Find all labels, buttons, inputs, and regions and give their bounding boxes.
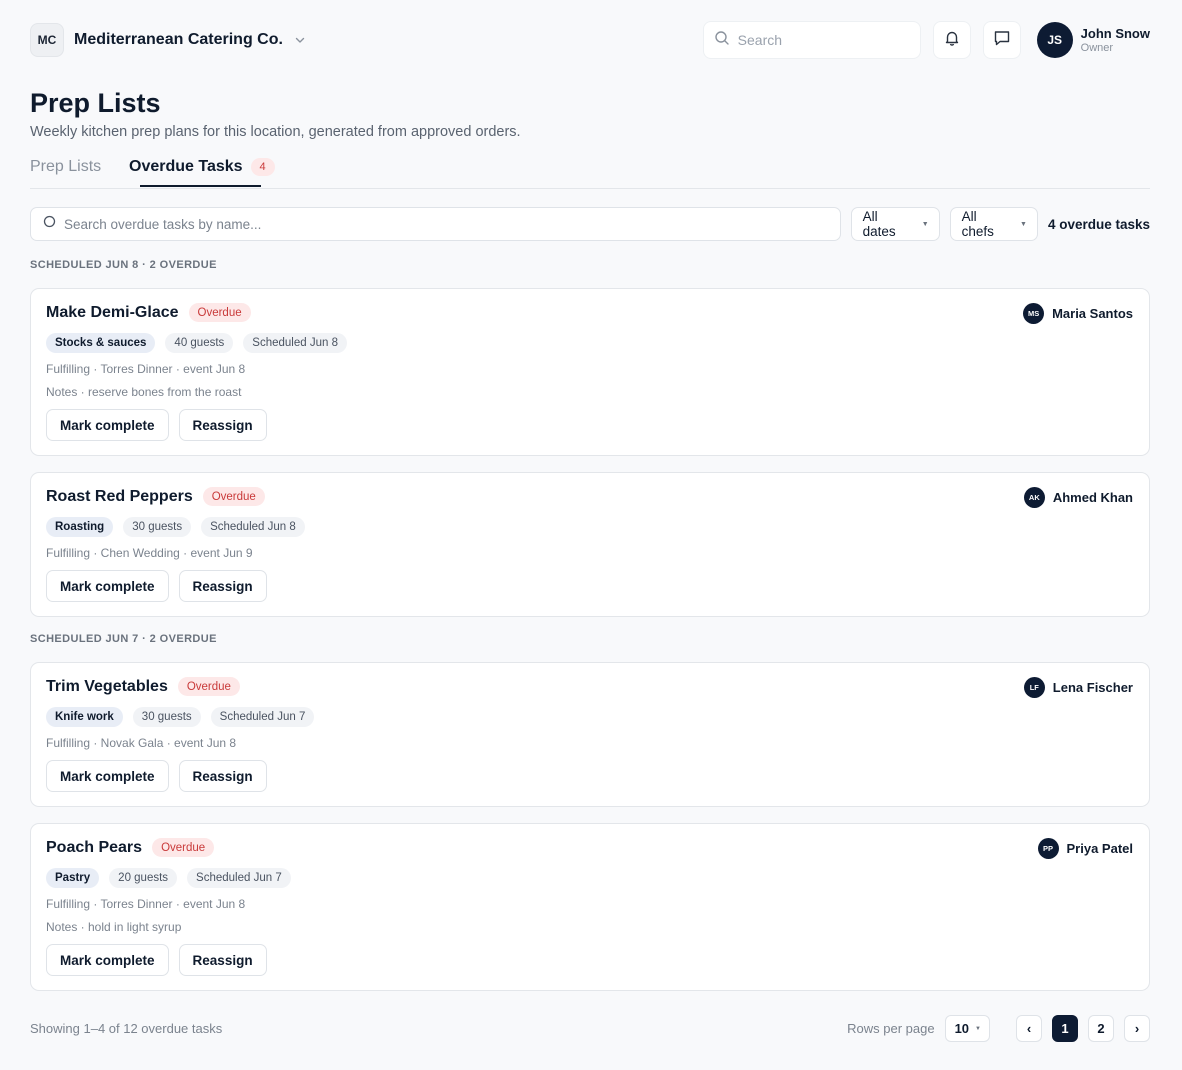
pagination: Rows per page 10 ▼ ‹ 1 2 › [847,1015,1150,1042]
reassign-button[interactable]: Reassign [178,760,267,792]
mark-complete-button[interactable]: Mark complete [46,570,169,602]
tab-prep-lists[interactable]: Prep Lists [30,158,101,176]
tab-label: Prep Lists [30,158,102,175]
notes-text: Notes · hold in light syrup [46,920,182,934]
dates-filter-value: All dates [862,209,896,239]
user-role: Owner [1080,42,1114,54]
scheduled-chip: Scheduled Jun 7 [187,868,291,888]
task-search[interactable] [30,207,841,241]
tab-overdue-tasks[interactable]: Overdue Tasks 4 [129,158,275,176]
avatar: MS [1023,303,1045,324]
status-badge: Overdue [188,303,251,322]
rows-per-page-value: 10 [954,1021,970,1036]
task-title[interactable]: Trim Vegetables [46,678,168,696]
avatar: AK [1023,487,1045,508]
task-card: Poach Pears Overdue PP Priya Patel Pastr… [30,823,1150,991]
caret-down-icon: ▼ [921,220,929,228]
scheduled-chip: Scheduled Jun 8 [201,517,305,537]
category-chip: Knife work [46,707,123,727]
scheduled-chip: Scheduled Jun 7 [210,707,315,727]
tab-label: Overdue Tasks [129,158,243,175]
chefs-filter-value: All chefs [961,209,994,239]
category-chip: Roasting [46,517,114,537]
mark-complete-button[interactable]: Mark complete [46,944,169,976]
guests-chip: 30 guests [132,707,201,727]
fulfilling-text: Fulfilling · Chen Wedding · event Jun 9 [46,546,253,560]
scheduled-chip: Scheduled Jun 8 [243,333,347,353]
assignee-name: Ahmed Khan [1052,490,1133,505]
group-heading: SCHEDULED JUN 8 · 2 OVERDUE [30,259,217,271]
top-bar: MC Mediterranean Catering Co. JS John Sn… [30,21,1150,59]
reassign-button[interactable]: Reassign [178,944,267,976]
page-1-button[interactable]: 1 [1052,1015,1078,1042]
chefs-filter[interactable]: All chefs ▼ [949,207,1038,241]
avatar: LF [1023,677,1045,698]
mark-complete-button[interactable]: Mark complete [46,760,169,792]
caret-down-icon: ▼ [1020,220,1027,228]
assignee[interactable]: AK Ahmed Khan [1023,487,1133,508]
guests-chip: 20 guests [109,868,178,888]
guests-chip: 30 guests [123,517,192,537]
assignee-name: Priya Patel [1066,841,1134,856]
org-badge[interactable]: MC [30,23,64,57]
status-badge: Overdue [152,838,215,857]
notes-text: Notes · reserve bones from the roast [46,385,242,399]
mark-complete-button[interactable]: Mark complete [46,409,169,441]
rows-per-page-select[interactable]: 10 ▼ [944,1015,990,1042]
task-search-input[interactable] [64,216,824,232]
active-tab-indicator [140,185,261,187]
assignee[interactable]: PP Priya Patel [1037,838,1134,859]
messages-button[interactable] [982,21,1021,59]
fulfilling-text: Fulfilling · Torres Dinner · event Jun 8 [46,897,246,911]
reassign-button[interactable]: Reassign [178,570,267,602]
notifications-button[interactable] [932,21,971,59]
tab-count-badge: 4 [250,158,275,176]
bell-icon [943,29,961,52]
user-name: John Snow [1080,26,1150,41]
page-2-button[interactable]: 2 [1088,1015,1114,1042]
task-card: Roast Red Peppers Overdue AK Ahmed Khan … [30,472,1150,617]
status-badge: Overdue [202,487,265,506]
assignee[interactable]: MS Maria Santos [1023,303,1133,324]
message-icon [993,29,1011,52]
filter-row: All dates ▼ All chefs ▼ 4 overdue tasks [30,207,1150,241]
search-input[interactable] [737,32,898,48]
task-title[interactable]: Roast Red Peppers [46,488,193,506]
guests-chip: 40 guests [165,333,234,353]
avatar: PP [1037,838,1059,859]
search-icon [714,30,730,51]
category-chip: Stocks & sauces [46,333,156,353]
assignee-name: Maria Santos [1052,306,1133,321]
task-title[interactable]: Poach Pears [46,839,142,857]
rows-per-page-label: Rows per page [847,1021,935,1036]
user-menu[interactable]: JS John Snow Owner [1036,22,1150,58]
chevron-down-icon[interactable] [293,33,307,47]
status-badge: Overdue [177,677,240,696]
assignee[interactable]: LF Lena Fischer [1023,677,1133,698]
task-card: Make Demi-Glace Overdue MS Maria Santos … [30,288,1150,456]
tab-bar: Prep Lists Overdue Tasks 4 [30,155,1150,189]
task-card: Trim Vegetables Overdue LF Lena Fischer … [30,662,1150,807]
fulfilling-text: Fulfilling · Torres Dinner · event Jun 8 [46,362,246,376]
dates-filter[interactable]: All dates ▼ [850,207,940,241]
page-subtitle: Weekly kitchen prep plans for this locat… [30,124,521,140]
pagination-summary: Showing 1–4 of 12 overdue tasks [30,1021,223,1036]
group-heading: SCHEDULED JUN 7 · 2 OVERDUE [30,633,217,645]
caret-down-icon: ▼ [975,1025,981,1032]
search-icon [43,215,56,233]
avatar: JS [1036,22,1073,58]
next-page-button[interactable]: › [1124,1015,1150,1042]
overdue-count: 4 overdue tasks [1047,216,1150,232]
fulfilling-text: Fulfilling · Novak Gala · event Jun 8 [46,736,237,750]
org-name[interactable]: Mediterranean Catering Co. [74,31,283,49]
task-title[interactable]: Make Demi-Glace [46,304,179,322]
prev-page-button[interactable]: ‹ [1016,1015,1042,1042]
page-title: Prep Lists [30,88,161,118]
assignee-name: Lena Fischer [1052,680,1133,695]
category-chip: Pastry [46,868,100,888]
reassign-button[interactable]: Reassign [178,409,267,441]
global-search[interactable] [702,21,921,59]
